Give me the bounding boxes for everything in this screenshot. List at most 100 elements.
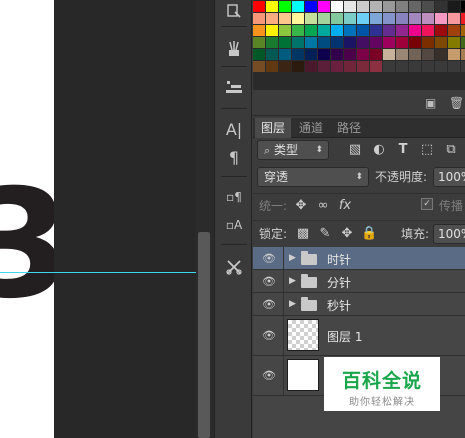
color-swatch[interactable] xyxy=(435,1,447,12)
color-swatch[interactable] xyxy=(461,13,465,24)
color-swatch[interactable] xyxy=(357,1,369,12)
horizontal-guide-line[interactable] xyxy=(0,272,200,273)
color-swatch[interactable] xyxy=(370,13,382,24)
fill-input[interactable]: 100% xyxy=(433,224,465,244)
layer-row-hour-hand[interactable]: 👁 ▶ 时针 xyxy=(253,247,465,270)
color-swatch[interactable] xyxy=(422,61,434,72)
color-swatch[interactable] xyxy=(292,13,304,24)
unify-style-icon[interactable]: fx xyxy=(337,198,353,214)
color-swatch[interactable] xyxy=(292,37,304,48)
blend-mode-select[interactable]: 穿透 ⬍ xyxy=(257,167,369,187)
expand-arrow-icon[interactable]: ▶ xyxy=(289,276,296,286)
color-swatch[interactable] xyxy=(305,1,317,12)
color-swatch[interactable] xyxy=(344,13,356,24)
filter-kind-select[interactable]: ⌕ 类型 ⬍ xyxy=(257,140,329,160)
color-swatch[interactable] xyxy=(266,37,278,48)
color-swatch[interactable] xyxy=(448,1,460,12)
document-canvas-area[interactable]: 3 xyxy=(0,0,214,438)
color-swatch[interactable] xyxy=(448,61,460,72)
color-swatch[interactable] xyxy=(318,61,330,72)
color-swatch[interactable] xyxy=(253,49,265,60)
color-swatch[interactable] xyxy=(383,37,395,48)
color-swatch[interactable] xyxy=(448,37,460,48)
color-swatch[interactable] xyxy=(292,61,304,72)
color-swatch[interactable] xyxy=(266,13,278,24)
color-swatch[interactable] xyxy=(383,61,395,72)
color-swatch[interactable] xyxy=(422,25,434,36)
color-swatch[interactable] xyxy=(331,13,343,24)
propagate-checkbox[interactable]: ✓ xyxy=(421,198,433,210)
visibility-eye-icon[interactable]: 👁 xyxy=(261,369,277,382)
color-swatch[interactable] xyxy=(344,37,356,48)
color-swatch[interactable] xyxy=(253,61,265,72)
color-swatch[interactable] xyxy=(461,37,465,48)
color-swatch[interactable] xyxy=(266,1,278,12)
color-swatch[interactable] xyxy=(409,1,421,12)
document-canvas[interactable]: 3 xyxy=(0,0,54,438)
color-swatch[interactable] xyxy=(383,25,395,36)
visibility-eye-icon[interactable]: 👁 xyxy=(261,298,277,311)
color-swatch[interactable] xyxy=(279,49,291,60)
color-swatch[interactable] xyxy=(435,37,447,48)
color-swatch[interactable] xyxy=(344,49,356,60)
color-swatch[interactable] xyxy=(318,1,330,12)
color-swatch[interactable] xyxy=(422,49,434,60)
layer-row-second-hand[interactable]: 👁 ▶ 秒针 xyxy=(253,293,465,316)
color-swatch[interactable] xyxy=(409,37,421,48)
color-swatch[interactable] xyxy=(318,49,330,60)
color-swatch[interactable] xyxy=(279,13,291,24)
color-swatch[interactable] xyxy=(435,49,447,60)
color-swatch[interactable] xyxy=(331,61,343,72)
color-swatch[interactable] xyxy=(331,25,343,36)
color-swatch[interactable] xyxy=(409,25,421,36)
visibility-eye-icon[interactable]: 👁 xyxy=(261,252,277,265)
color-swatch[interactable] xyxy=(279,61,291,72)
shape-filter-icon[interactable]: ⬚ xyxy=(419,142,435,158)
color-swatch[interactable] xyxy=(279,25,291,36)
tab-channels[interactable]: 通道 xyxy=(293,118,329,138)
color-swatch[interactable] xyxy=(331,1,343,12)
opacity-input[interactable]: 100% xyxy=(433,167,465,187)
color-swatch[interactable] xyxy=(422,1,434,12)
color-swatch[interactable] xyxy=(305,61,317,72)
paragraph-styles-icon[interactable]: ▫¶ xyxy=(223,186,245,208)
color-swatch[interactable] xyxy=(279,1,291,12)
color-swatch[interactable] xyxy=(435,61,447,72)
color-swatch[interactable] xyxy=(448,25,460,36)
color-swatch[interactable] xyxy=(383,49,395,60)
color-swatch[interactable] xyxy=(357,49,369,60)
adjustment-filter-icon[interactable]: ◐ xyxy=(371,142,387,158)
color-swatch[interactable] xyxy=(305,13,317,24)
color-swatch[interactable] xyxy=(370,61,382,72)
color-swatch[interactable] xyxy=(435,25,447,36)
color-swatch[interactable] xyxy=(292,1,304,12)
color-swatch[interactable] xyxy=(370,1,382,12)
color-swatch[interactable] xyxy=(396,1,408,12)
color-swatch[interactable] xyxy=(461,49,465,60)
character-icon[interactable]: A| xyxy=(223,118,245,140)
color-swatch[interactable] xyxy=(396,37,408,48)
color-swatch[interactable] xyxy=(253,13,265,24)
color-swatch[interactable] xyxy=(409,13,421,24)
color-swatch[interactable] xyxy=(383,13,395,24)
color-swatch[interactable] xyxy=(253,25,265,36)
color-swatch[interactable] xyxy=(357,25,369,36)
color-swatch[interactable] xyxy=(305,37,317,48)
tab-paths[interactable]: 路径 xyxy=(331,118,367,138)
color-swatch[interactable] xyxy=(409,49,421,60)
color-swatch[interactable] xyxy=(344,25,356,36)
smart-object-filter-icon[interactable]: ⧉ xyxy=(443,142,459,158)
color-swatch[interactable] xyxy=(292,49,304,60)
color-swatch[interactable] xyxy=(266,25,278,36)
tool-presets-icon[interactable] xyxy=(223,256,245,278)
color-swatch[interactable] xyxy=(357,37,369,48)
color-swatch[interactable] xyxy=(383,1,395,12)
expand-arrow-icon[interactable]: ▶ xyxy=(289,299,296,309)
color-swatch[interactable] xyxy=(409,61,421,72)
color-swatch[interactable] xyxy=(448,13,460,24)
color-swatch[interactable] xyxy=(266,49,278,60)
color-swatch[interactable] xyxy=(357,61,369,72)
color-swatch[interactable] xyxy=(370,49,382,60)
visibility-eye-icon[interactable]: 👁 xyxy=(261,329,277,342)
color-swatch[interactable] xyxy=(305,49,317,60)
